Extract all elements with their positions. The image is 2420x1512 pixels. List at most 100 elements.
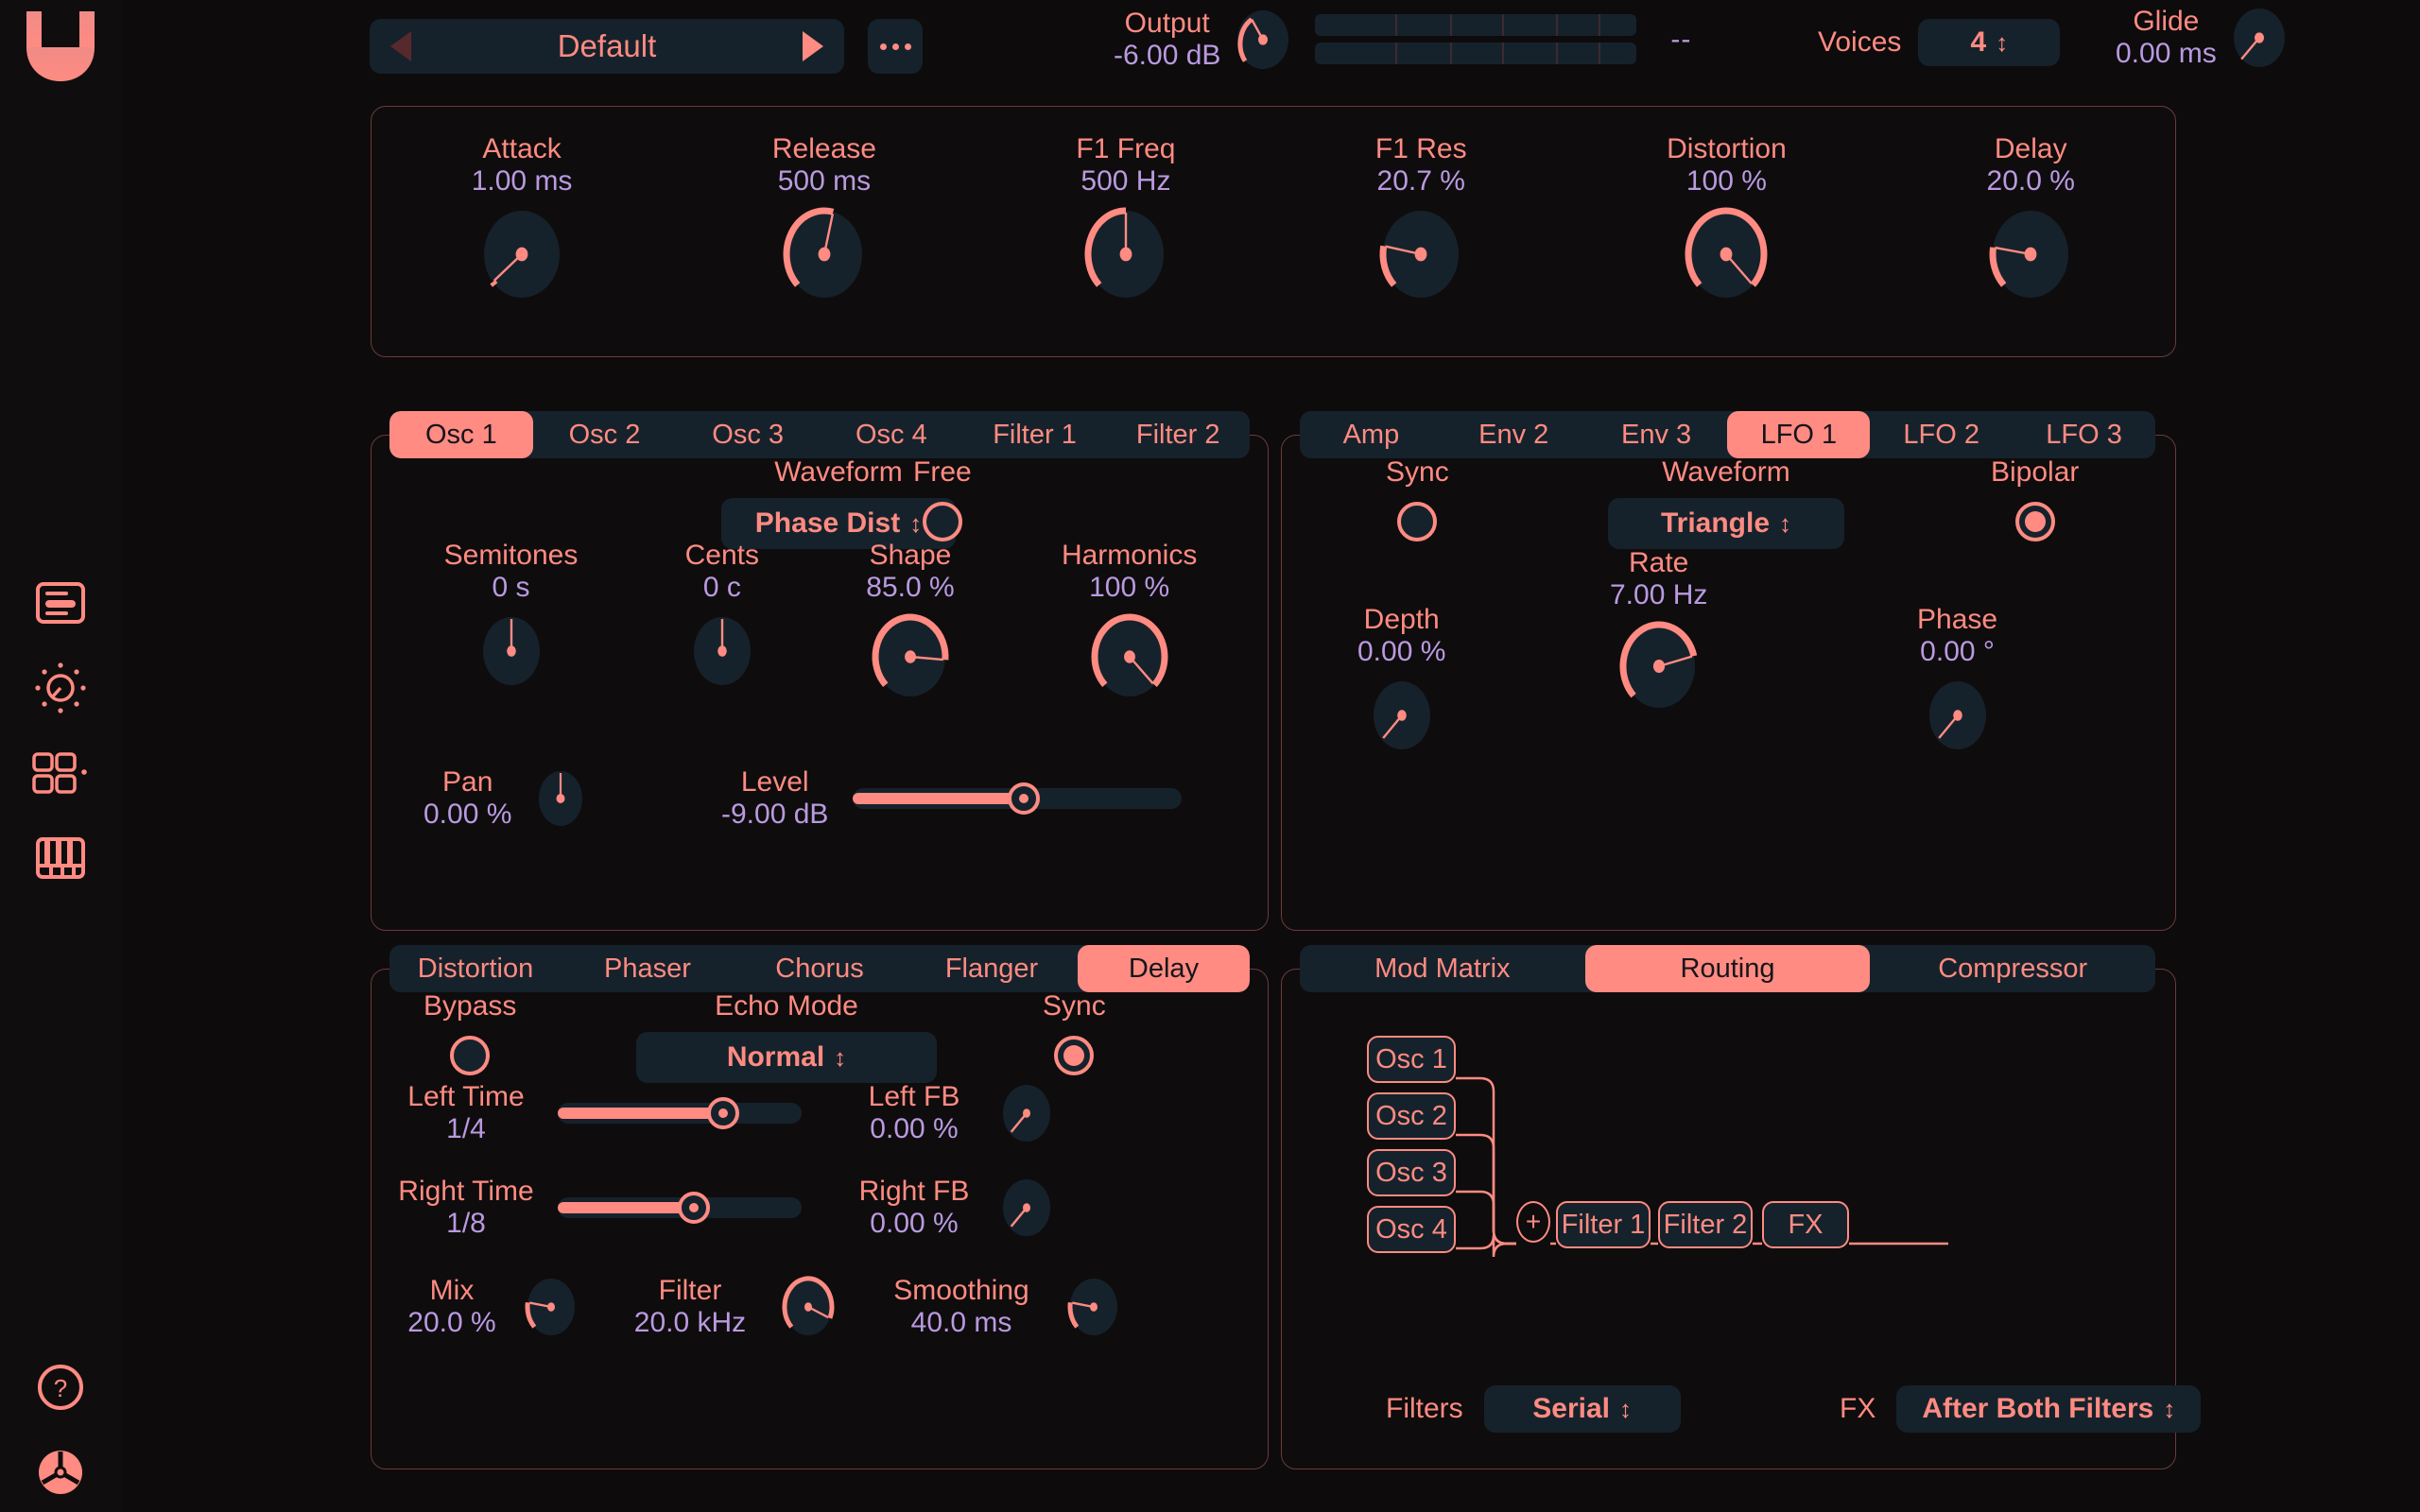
lfo-bipolar-label: Bipolar <box>1991 456 2080 488</box>
lfo-phase-knob[interactable] <box>1923 675 1993 756</box>
routing-filters-mode-control: Filters Serial ↕ <box>1386 1385 1681 1433</box>
delay-filter-knob[interactable] <box>778 1272 838 1342</box>
tab-amp[interactable]: Amp <box>1300 411 1443 458</box>
delay-mix-label: Mix <box>429 1275 475 1307</box>
macro-panel: Attack 1.00 ms Release 500 ms F1 Freq 50… <box>371 106 2176 357</box>
delay-left-fb-knob[interactable] <box>996 1078 1057 1148</box>
slider-thumb[interactable] <box>707 1097 740 1129</box>
tab-phaser[interactable]: Phaser <box>562 945 734 992</box>
tab-chorus[interactable]: Chorus <box>734 945 906 992</box>
delay-right-time-slider[interactable] <box>558 1188 802 1228</box>
slider-thumb[interactable] <box>678 1192 711 1224</box>
tab-filter-2[interactable]: Filter 2 <box>1106 411 1250 458</box>
lfo-rate-knob[interactable] <box>1616 618 1702 714</box>
prev-preset-button[interactable] <box>390 31 411 61</box>
delay-right-fb-value: 0.00 % <box>870 1208 959 1239</box>
osc-level-readout: Level -9.00 dB <box>721 766 828 830</box>
routing-node-osc-1[interactable]: Osc 1 <box>1367 1036 1456 1083</box>
delay-sync-toggle[interactable] <box>1054 1036 1095 1075</box>
routing-sum-node[interactable]: + <box>1516 1201 1550 1243</box>
macro-knob-5: Distortion 100 % <box>1667 133 1787 304</box>
sidebar-item-matrix[interactable] <box>0 732 121 817</box>
tab-routing[interactable]: Routing <box>1584 945 1871 992</box>
routing-node-filter-1[interactable]: Filter 1 <box>1556 1201 1651 1248</box>
preset-more-button[interactable] <box>868 19 923 74</box>
delay-mix-readout: Mix 20.0 % <box>400 1275 504 1338</box>
sidebar-item-help[interactable]: ? <box>0 1347 121 1432</box>
delay-sync-label: Sync <box>1043 990 1106 1022</box>
macro-dial[interactable] <box>1986 204 2075 304</box>
tab-flanger[interactable]: Flanger <box>906 945 1078 992</box>
chevron-updown-icon: ↕ <box>1779 508 1792 538</box>
osc-knob-dial[interactable] <box>869 610 952 703</box>
osc-knob-value: 85.0 % <box>866 571 955 603</box>
preset-name[interactable]: Default <box>411 28 803 64</box>
macro-dial[interactable] <box>780 204 869 304</box>
voices-dropdown[interactable]: 4 ↕ <box>1918 19 2061 66</box>
tab-lfo-1[interactable]: LFO 1 <box>1727 411 1871 458</box>
tab-osc-3[interactable]: Osc 3 <box>676 411 820 458</box>
delay-sync-control: Sync <box>1043 990 1106 1075</box>
macro-dial[interactable] <box>1081 204 1170 304</box>
osc-knob-dial[interactable] <box>687 610 757 692</box>
routing-fx-dropdown[interactable]: After Both Filters ↕ <box>1896 1385 2202 1433</box>
sidebar-item-settings[interactable] <box>0 1432 121 1512</box>
lfo-bipolar-toggle[interactable] <box>2014 502 2055 541</box>
routing-node-fx[interactable]: FX <box>1762 1201 1849 1248</box>
osc-knob-dial[interactable] <box>1088 610 1171 703</box>
routing-node-filter-2[interactable]: Filter 2 <box>1658 1201 1753 1248</box>
osc-free-toggle[interactable] <box>922 502 962 541</box>
macro-dial[interactable] <box>1682 204 1771 304</box>
routing-node-osc-4[interactable]: Osc 4 <box>1367 1206 1456 1253</box>
routing-filters-dropdown[interactable]: Serial ↕ <box>1483 1385 1681 1433</box>
osc-knob-label: Harmonics <box>1061 540 1198 571</box>
tab-lfo-3[interactable]: LFO 3 <box>2013 411 2155 458</box>
osc-pan-readout: Pan 0.00 % <box>424 766 511 830</box>
osc-knob-dial[interactable] <box>476 610 546 692</box>
tab-env-3[interactable]: Env 3 <box>1585 411 1728 458</box>
voices-section: Voices 4 ↕ <box>1818 19 2061 66</box>
slider-thumb[interactable] <box>1008 782 1041 815</box>
tab-osc-1[interactable]: Osc 1 <box>389 411 533 458</box>
delay-mix-knob[interactable] <box>521 1272 581 1342</box>
gear-icon <box>35 1447 86 1503</box>
tab-filter-1[interactable]: Filter 1 <box>963 411 1107 458</box>
output-knob[interactable] <box>1234 9 1292 69</box>
osc-pan-knob[interactable] <box>534 770 587 826</box>
voices-value: 4 <box>1970 26 1987 58</box>
osc-level-slider[interactable] <box>853 779 1183 818</box>
tab-osc-4[interactable]: Osc 4 <box>820 411 963 458</box>
delay-smoothing-knob[interactable] <box>1063 1272 1124 1342</box>
tab-lfo-2[interactable]: LFO 2 <box>1870 411 2013 458</box>
delay-right-fb-knob[interactable] <box>996 1173 1057 1243</box>
tab-delay[interactable]: Delay <box>1078 945 1250 992</box>
sidebar-item-preset-browser[interactable] <box>0 562 121 647</box>
delay-bypass-toggle[interactable] <box>450 1036 491 1075</box>
routing-node-osc-3[interactable]: Osc 3 <box>1367 1149 1456 1196</box>
macro-dial[interactable] <box>477 204 566 304</box>
tab-env-2[interactable]: Env 2 <box>1443 411 1585 458</box>
osc-knob-value: 100 % <box>1089 571 1170 603</box>
tab-distortion[interactable]: Distortion <box>389 945 562 992</box>
sidebar-item-sound-design[interactable] <box>0 647 121 732</box>
tab-compressor[interactable]: Compressor <box>1870 945 2155 992</box>
delay-echo-mode-dropdown[interactable]: Normal ↕ <box>636 1032 937 1083</box>
output-section: Output -6.00 dB -- <box>1114 8 1691 71</box>
delay-left-time-slider[interactable] <box>558 1093 802 1133</box>
tab-mod-matrix[interactable]: Mod Matrix <box>1300 945 1585 992</box>
glide-knob[interactable] <box>2230 8 2289 67</box>
tab-osc-2[interactable]: Osc 2 <box>533 411 677 458</box>
lfo-sync-toggle[interactable] <box>1397 502 1438 541</box>
lfo-waveform-dropdown[interactable]: Triangle ↕ <box>1608 498 1844 549</box>
macro-dial[interactable] <box>1376 204 1465 304</box>
lfo-depth-knob[interactable] <box>1367 675 1437 756</box>
routing-node-osc-2[interactable]: Osc 2 <box>1367 1092 1456 1140</box>
sidebar-item-keyboard[interactable] <box>0 817 121 902</box>
next-preset-button[interactable] <box>803 31 823 61</box>
lfo-sync-control: Sync <box>1386 456 1449 541</box>
output-meters <box>1315 14 1637 65</box>
modulation-panel: Sync Waveform Triangle ↕ Bipolar Rate 7.… <box>1281 435 2176 931</box>
delay-echo-mode-value: Normal <box>726 1041 825 1073</box>
osc-knob-label: Shape <box>869 540 952 571</box>
macro-value: 1.00 ms <box>471 164 573 197</box>
